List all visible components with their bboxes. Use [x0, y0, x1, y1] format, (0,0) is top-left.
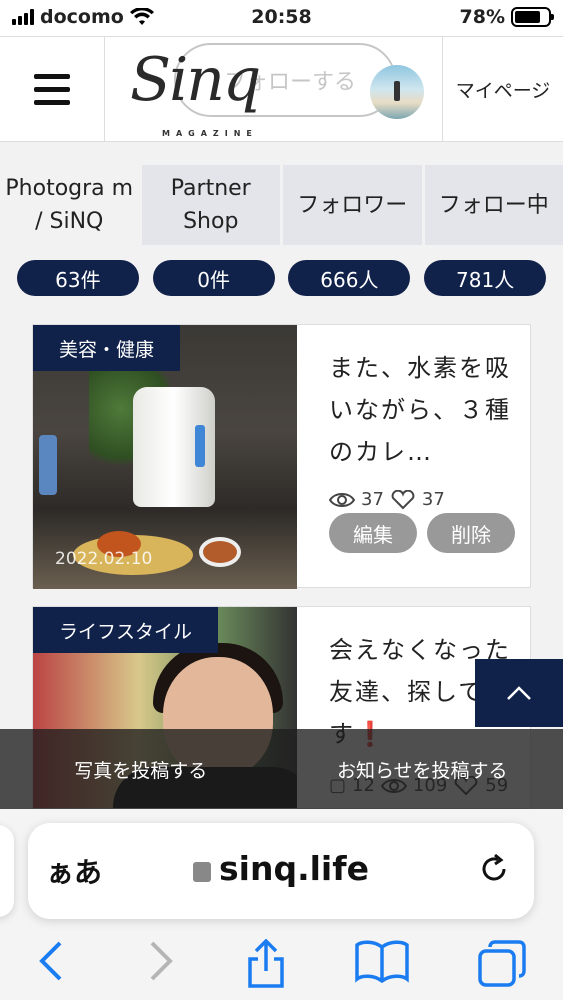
count-badge-photogram[interactable]: 63件: [16, 260, 139, 296]
hamburger-menu-button[interactable]: [0, 37, 105, 141]
tab-following[interactable]: フォロー中: [424, 165, 563, 245]
like-count: 37: [421, 489, 445, 510]
status-bar: docomo 20:58 78%: [0, 0, 563, 36]
count-badge-following[interactable]: 781人: [424, 260, 547, 296]
reload-icon[interactable]: [476, 851, 512, 887]
tab-counts: 63件 0件 666人 781人: [0, 260, 563, 296]
heart-icon: [391, 489, 415, 509]
delete-button[interactable]: 削除: [427, 513, 515, 553]
post-photo-button[interactable]: 写真を投稿する: [0, 729, 282, 809]
post-news-button[interactable]: お知らせを投稿する: [282, 729, 563, 809]
share-button[interactable]: [244, 938, 288, 993]
previous-tab-preview[interactable]: [0, 825, 14, 917]
back-button[interactable]: [36, 939, 66, 987]
chevron-left-icon: [39, 941, 62, 981]
browser-chrome: ぁあ sinq.life: [0, 809, 563, 1000]
view-count: 37: [361, 489, 384, 510]
tab-partner-shop[interactable]: Partner Shop: [141, 165, 280, 245]
forward-button[interactable]: [146, 939, 176, 987]
chevron-up-icon: [507, 686, 531, 700]
battery-percent: 78%: [459, 6, 505, 28]
category-badge: ライフスタイル: [33, 607, 219, 653]
eye-icon: [329, 492, 355, 507]
logo-subtitle: MAGAZINE: [162, 129, 258, 138]
site-header: フォローする Sinq MAGAZINE マイページ: [0, 36, 563, 142]
share-icon: [248, 938, 284, 988]
address-bar[interactable]: ぁあ sinq.life: [28, 823, 534, 919]
post-card[interactable]: 2022.02.10 美容・健康 また、水素を吸いながら、３種のカレ… 37 3…: [32, 324, 531, 589]
chevron-right-icon: [150, 941, 173, 981]
battery-icon: [511, 7, 554, 27]
url-display[interactable]: sinq.life: [28, 849, 534, 888]
bookmarks-button[interactable]: [354, 939, 410, 987]
count-badge-partner-shop[interactable]: 0件: [152, 260, 275, 296]
mypage-link[interactable]: マイページ: [442, 37, 563, 141]
post-action-bar: 写真を投稿する お知らせを投稿する: [0, 729, 563, 809]
count-badge-followers[interactable]: 666人: [288, 260, 411, 296]
site-logo[interactable]: Sinq MAGAZINE: [130, 45, 320, 138]
scroll-to-top-button[interactable]: [475, 659, 563, 727]
post-title[interactable]: また、水素を吸いながら、３種のカレ…: [329, 347, 519, 473]
tabs-button[interactable]: [476, 939, 528, 993]
url-text: sinq.life: [219, 849, 369, 888]
tab-followers[interactable]: フォロワー: [283, 165, 422, 245]
post-stats: 37 37: [329, 489, 445, 510]
logo-wordmark: Sinq: [130, 45, 261, 115]
tabs-icon: [478, 940, 526, 987]
post-actions: 編集 削除: [329, 513, 515, 553]
category-badge: 美容・健康: [33, 325, 181, 371]
edit-button[interactable]: 編集: [329, 513, 417, 553]
battery-info: 78%: [459, 6, 554, 28]
post-date: 2022.02.10: [55, 549, 153, 569]
avatar[interactable]: [370, 65, 424, 119]
lock-icon: [193, 862, 212, 882]
browser-toolbar: [0, 933, 563, 993]
book-icon: [355, 940, 409, 984]
tab-photogram[interactable]: Photogra m / SiNQ: [0, 165, 139, 245]
profile-tabs: Photogra m / SiNQ Partner Shop フォロワー フォロ…: [0, 165, 563, 245]
